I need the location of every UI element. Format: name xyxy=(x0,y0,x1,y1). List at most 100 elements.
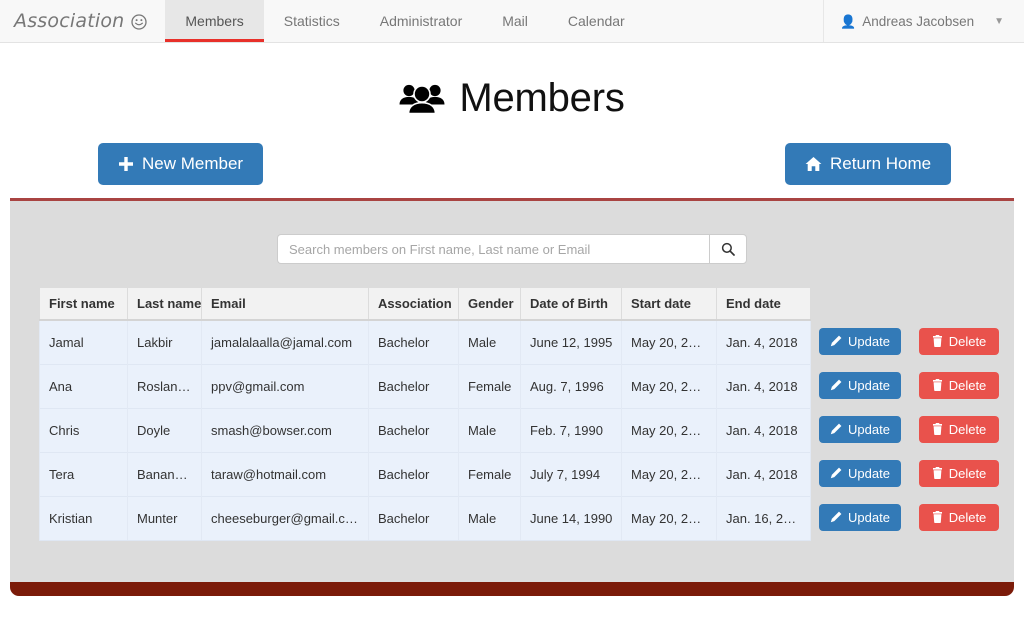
column-header-association: Association xyxy=(368,287,459,321)
cell-first-name: Tera xyxy=(39,451,128,496)
delete-label: Delete xyxy=(948,421,987,437)
cell-association: Bachelor xyxy=(368,363,459,408)
delete-button[interactable]: Delete xyxy=(919,415,999,443)
panel-footer-bar xyxy=(10,582,1014,596)
cell-first-name: Chris xyxy=(39,407,128,452)
column-header-last-name: Last name xyxy=(127,287,202,321)
cell-end-date: Jan. 4, 2018 xyxy=(716,407,811,452)
search-group xyxy=(277,234,747,264)
column-header-first-name: First name xyxy=(39,287,128,321)
cell-email: ppv@gmail.com xyxy=(201,363,369,408)
members-panel: First name Last name Email Association G… xyxy=(10,198,1014,596)
cell-date-of-birth: June 12, 1995 xyxy=(520,319,622,364)
search-input[interactable] xyxy=(277,234,709,264)
cell-association: Bachelor xyxy=(368,319,459,364)
new-member-label: New Member xyxy=(142,154,244,173)
nav-tab-label: Calendar xyxy=(567,13,625,29)
column-header-end-date: End date xyxy=(716,287,811,321)
trash-icon xyxy=(932,511,943,523)
cell-end-date: Jan. 4, 2018 xyxy=(716,451,811,496)
nav-tab-label: Administrator xyxy=(379,13,463,29)
update-button[interactable]: Update xyxy=(819,327,901,355)
brand-label: Association xyxy=(14,10,125,32)
table-header-row: First name Last name Email Association G… xyxy=(39,287,811,321)
cell-start-date: May 20, 2017 xyxy=(621,363,717,408)
cell-first-name: Kristian xyxy=(39,495,128,541)
user-menu[interactable]: 👤 Andreas Jacobsen ▼ xyxy=(824,0,1016,42)
pencil-icon xyxy=(830,423,842,435)
cell-start-date: May 20, 2017 xyxy=(621,407,717,452)
delete-button[interactable]: Delete xyxy=(919,327,999,355)
table-row: Ana Roslangen ppv@gmail.com Bachelor Fem… xyxy=(39,363,811,408)
update-label: Update xyxy=(848,377,890,393)
table-row: Chris Doyle smash@bowser.com Bachelor Ma… xyxy=(39,407,811,452)
nav-tab-label: Statistics xyxy=(283,13,340,29)
nav-tab-statistics[interactable]: Statistics xyxy=(264,0,360,42)
table-row: Jamal Lakbir jamalalaalla@jamal.com Bach… xyxy=(39,319,811,364)
delete-label: Delete xyxy=(948,333,987,349)
search-button[interactable] xyxy=(709,234,747,264)
return-home-button[interactable]: Return Home xyxy=(785,143,952,185)
delete-label: Delete xyxy=(948,509,987,525)
table-row: Kristian Munter cheeseburger@gmail.com B… xyxy=(39,495,811,541)
cell-association: Bachelor xyxy=(368,495,459,541)
pencil-icon xyxy=(830,467,842,479)
cell-gender: Female xyxy=(458,451,521,496)
pencil-icon xyxy=(830,511,842,523)
nav-tab-administrator[interactable]: Administrator xyxy=(360,0,482,42)
user-icon: 👤 xyxy=(840,13,857,29)
cell-date-of-birth: Aug. 7, 1996 xyxy=(520,363,622,408)
delete-button[interactable]: Delete xyxy=(919,459,999,487)
update-label: Update xyxy=(848,333,890,349)
cell-last-name: Munter xyxy=(127,495,202,541)
column-header-gender: Gender xyxy=(458,287,521,321)
cell-last-name: Roslangen xyxy=(127,363,202,408)
cell-start-date: May 20, 2017 xyxy=(621,319,717,364)
new-member-button[interactable]: New Member xyxy=(98,143,264,185)
brand-logo[interactable]: Association xyxy=(0,0,165,42)
page-heading: Members xyxy=(0,71,1024,125)
trash-icon xyxy=(932,467,943,479)
update-label: Update xyxy=(848,465,890,481)
cell-end-date: Jan. 4, 2018 xyxy=(716,363,811,408)
return-home-label: Return Home xyxy=(830,154,932,173)
user-name: Andreas Jacobsen xyxy=(862,13,975,29)
row-actions: Update Delete xyxy=(815,363,999,407)
cell-end-date: Jan. 16, 2018 xyxy=(716,495,811,541)
navbar-right: 👤 Andreas Jacobsen ▼ xyxy=(823,0,1024,42)
cell-last-name: Lakbir xyxy=(127,319,202,364)
update-button[interactable]: Update xyxy=(819,415,901,443)
search-icon xyxy=(721,242,735,256)
row-actions: Update Delete xyxy=(815,319,999,363)
search-area xyxy=(10,201,1014,264)
nav-tab-label: Mail xyxy=(502,13,528,29)
chevron-down-icon: ▼ xyxy=(994,15,1004,27)
nav-tab-label: Members xyxy=(185,13,244,29)
top-navbar: Association Members Statistics Administr… xyxy=(0,0,1024,43)
page-action-row: New Member Return Home xyxy=(0,143,1024,189)
members-table-area: First name Last name Email Association G… xyxy=(10,264,1014,541)
cell-first-name: Jamal xyxy=(39,319,128,364)
nav-tab-calendar[interactable]: Calendar xyxy=(548,0,645,42)
cell-first-name: Ana xyxy=(39,363,128,408)
pencil-icon xyxy=(830,379,842,391)
delete-button[interactable]: Delete xyxy=(919,371,999,399)
update-button[interactable]: Update xyxy=(819,371,901,399)
cell-email: cheeseburger@gmail.com xyxy=(201,495,369,541)
trash-icon xyxy=(932,423,943,435)
main-nav-tabs: Members Statistics Administrator Mail Ca… xyxy=(165,0,644,42)
cell-association: Bachelor xyxy=(368,451,459,496)
home-icon xyxy=(805,156,822,172)
row-actions: Update Delete xyxy=(815,495,999,539)
delete-button[interactable]: Delete xyxy=(919,503,999,531)
plus-icon xyxy=(118,156,134,172)
update-button[interactable]: Update xyxy=(819,503,901,531)
page-title: Members xyxy=(459,76,625,120)
update-button[interactable]: Update xyxy=(819,459,901,487)
nav-tab-members[interactable]: Members xyxy=(165,0,265,42)
cell-email: jamalalaalla@jamal.com xyxy=(201,319,369,364)
nav-tab-mail[interactable]: Mail xyxy=(482,0,548,42)
cell-start-date: May 20, 2017 xyxy=(621,495,717,541)
delete-label: Delete xyxy=(948,465,987,481)
delete-label: Delete xyxy=(948,377,987,393)
